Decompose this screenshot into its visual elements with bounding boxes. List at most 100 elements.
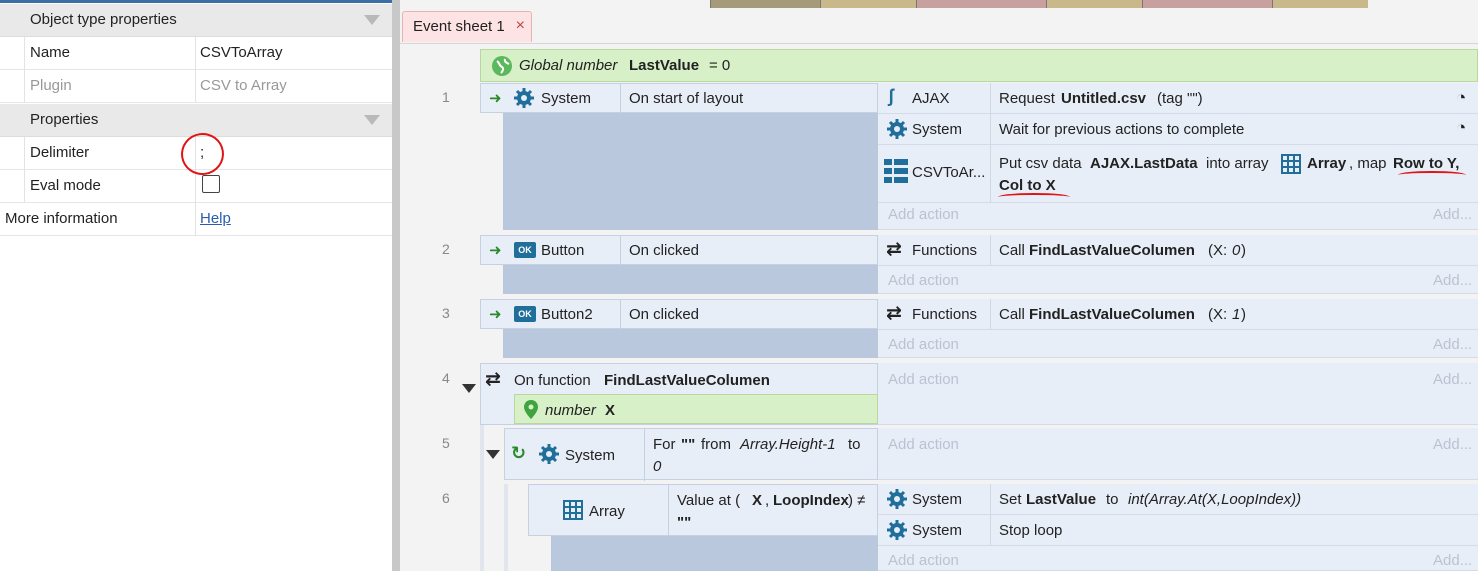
object-name: Array — [589, 503, 625, 520]
global-prefix: Global number — [519, 57, 618, 74]
collapse-toggle-icon[interactable] — [462, 384, 476, 393]
annotation-underline — [1398, 171, 1466, 179]
property-row-eval-mode[interactable]: Eval mode — [0, 170, 392, 203]
collapse-toggle-icon[interactable] — [486, 450, 500, 459]
loop-icon: ↻ — [511, 443, 527, 463]
action-row[interactable]: ⇄ Functions Call FindLastValueColumen (X… — [878, 299, 1478, 330]
property-row-more-information: More information Help — [0, 203, 392, 236]
tab-bar: Event sheet 1 × — [400, 8, 1478, 44]
add-more-link[interactable]: Add... — [1433, 552, 1472, 569]
event-5-condition[interactable]: ↻ System For "" from Array.Height-1 to 0 — [504, 428, 878, 481]
trigger-arrow-icon: ➜ — [489, 242, 502, 259]
property-row-plugin: Plugin CSV to Array — [0, 70, 392, 103]
event-4-function[interactable]: ⇄ On function FindLastValueColumen numbe… — [480, 363, 878, 425]
csv-table-icon — [884, 159, 908, 183]
event-6-condition[interactable]: Array Value at ( X , LoopIndex ) ≠ "" — [528, 484, 878, 537]
section-properties[interactable]: Properties — [0, 104, 392, 137]
add-more-link[interactable]: Add... — [1433, 336, 1472, 353]
global-value: = 0 — [709, 57, 731, 74]
plugin-value: CSV to Array — [200, 77, 287, 94]
event-5-actions: Add action Add... — [878, 428, 1478, 480]
add-more-link[interactable]: Add... — [1433, 272, 1472, 289]
trigger-arrow-icon: ➜ — [489, 90, 502, 107]
action-object: System — [912, 491, 963, 508]
gear-icon — [887, 119, 907, 139]
tab-event-sheet-1[interactable]: Event sheet 1 × — [402, 11, 532, 42]
global-variable-row[interactable]: Global number LastValue = 0 — [480, 49, 1478, 82]
array-grid-icon — [563, 500, 583, 520]
collapse-triangle-icon[interactable] — [364, 115, 380, 125]
action-object: Functions — [912, 306, 978, 323]
object-name: Button2 — [541, 306, 593, 323]
object-name: System — [565, 447, 616, 464]
globe-icon — [492, 56, 512, 76]
collapse-triangle-icon[interactable] — [364, 15, 380, 25]
add-action-link[interactable]: Add action — [888, 436, 959, 453]
event-1-actions: ʃ AJAX Request Untitled.csv (tag "") ◔ S… — [878, 83, 1478, 230]
property-row-name[interactable]: Name CSVToArray — [0, 37, 392, 70]
trigger-arrow-icon: ➜ — [489, 306, 502, 323]
functions-icon: ⇄ — [886, 239, 902, 260]
properties-panel: Object type properties Name CSVToArray P… — [0, 0, 392, 571]
eval-mode-checkbox[interactable] — [202, 175, 220, 193]
property-label: Eval mode — [30, 177, 101, 194]
action-row[interactable]: ⇄ Functions Call FindLastValueColumen (X… — [878, 235, 1478, 266]
action-row[interactable]: System Set LastValue to int(Array.At(X,L… — [878, 484, 1478, 515]
add-action-link[interactable]: Add action — [888, 272, 959, 289]
section-title: Object type properties — [30, 11, 177, 28]
event-2-actions: ⇄ Functions Call FindLastValueColumen (X… — [878, 235, 1478, 294]
add-action-link[interactable]: Add action — [888, 552, 959, 569]
action-object: Functions — [912, 242, 978, 259]
add-more-link[interactable]: Add... — [1433, 371, 1472, 388]
add-more-link[interactable]: Add... — [1433, 436, 1472, 453]
event-number: 2 — [442, 241, 450, 257]
gear-icon — [514, 88, 534, 108]
timer-icon: ◔ — [1456, 118, 1467, 137]
name-field[interactable]: CSVToArray — [200, 44, 283, 61]
condition-text: On start of layout — [629, 90, 744, 107]
help-link[interactable]: Help — [200, 210, 231, 227]
action-row[interactable]: ʃ AJAX Request Untitled.csv (tag "") ◔ — [878, 83, 1478, 114]
gear-icon — [887, 520, 907, 540]
ajax-icon: ʃ — [888, 86, 894, 106]
function-parameter[interactable]: number X — [514, 394, 878, 424]
tab-label: Event sheet 1 — [413, 18, 505, 35]
function-name: FindLastValueColumen — [604, 372, 770, 389]
panel-top-border — [0, 0, 392, 3]
event-4-actions: Add action Add... — [878, 363, 1478, 425]
event-number: 1 — [442, 89, 450, 105]
add-more-link[interactable]: Add... — [1433, 206, 1472, 223]
array-grid-icon — [1281, 154, 1301, 174]
add-action-link[interactable]: Add action — [888, 336, 959, 353]
event-number: 4 — [442, 370, 450, 386]
object-name: Button — [541, 242, 585, 259]
action-object: AJAX — [912, 90, 950, 107]
action-object: System — [912, 522, 963, 539]
action-row[interactable]: System Stop loop — [878, 515, 1478, 546]
panel-splitter[interactable] — [392, 0, 400, 571]
property-label: Plugin — [30, 77, 72, 94]
property-label: Delimiter — [30, 144, 90, 161]
action-object: CSVToAr... — [912, 164, 986, 181]
gear-icon — [887, 489, 907, 509]
add-action-link[interactable]: Add action — [888, 206, 959, 223]
close-icon[interactable]: × — [516, 17, 525, 35]
gear-icon — [539, 444, 559, 464]
section-object-type-properties[interactable]: Object type properties — [0, 4, 392, 37]
event-1-condition[interactable]: ➜ System On start of layout — [480, 83, 878, 114]
action-row[interactable]: System Wait for previous actions to comp… — [878, 114, 1478, 145]
property-label: More information — [5, 210, 118, 227]
action-row[interactable]: CSVToAr... Put csv data AJAX.LastData in… — [878, 145, 1478, 203]
event-sheet: Event sheet 1 × Global number LastValue … — [400, 0, 1478, 571]
event-2-condition[interactable]: ➜ OK Button On clicked — [480, 235, 878, 266]
event-6-actions: System Set LastValue to int(Array.At(X,L… — [878, 484, 1478, 571]
button-object-icon: OK — [514, 306, 536, 322]
condition-text: On clicked — [629, 306, 700, 323]
event-number: 5 — [442, 435, 450, 451]
object-name: System — [541, 90, 592, 107]
event-3-actions: ⇄ Functions Call FindLastValueColumen (X… — [878, 299, 1478, 358]
add-action-link[interactable]: Add action — [888, 371, 959, 388]
event-number: 6 — [442, 490, 450, 506]
functions-icon: ⇄ — [485, 369, 501, 390]
event-3-condition[interactable]: ➜ OK Button2 On clicked — [480, 299, 878, 330]
